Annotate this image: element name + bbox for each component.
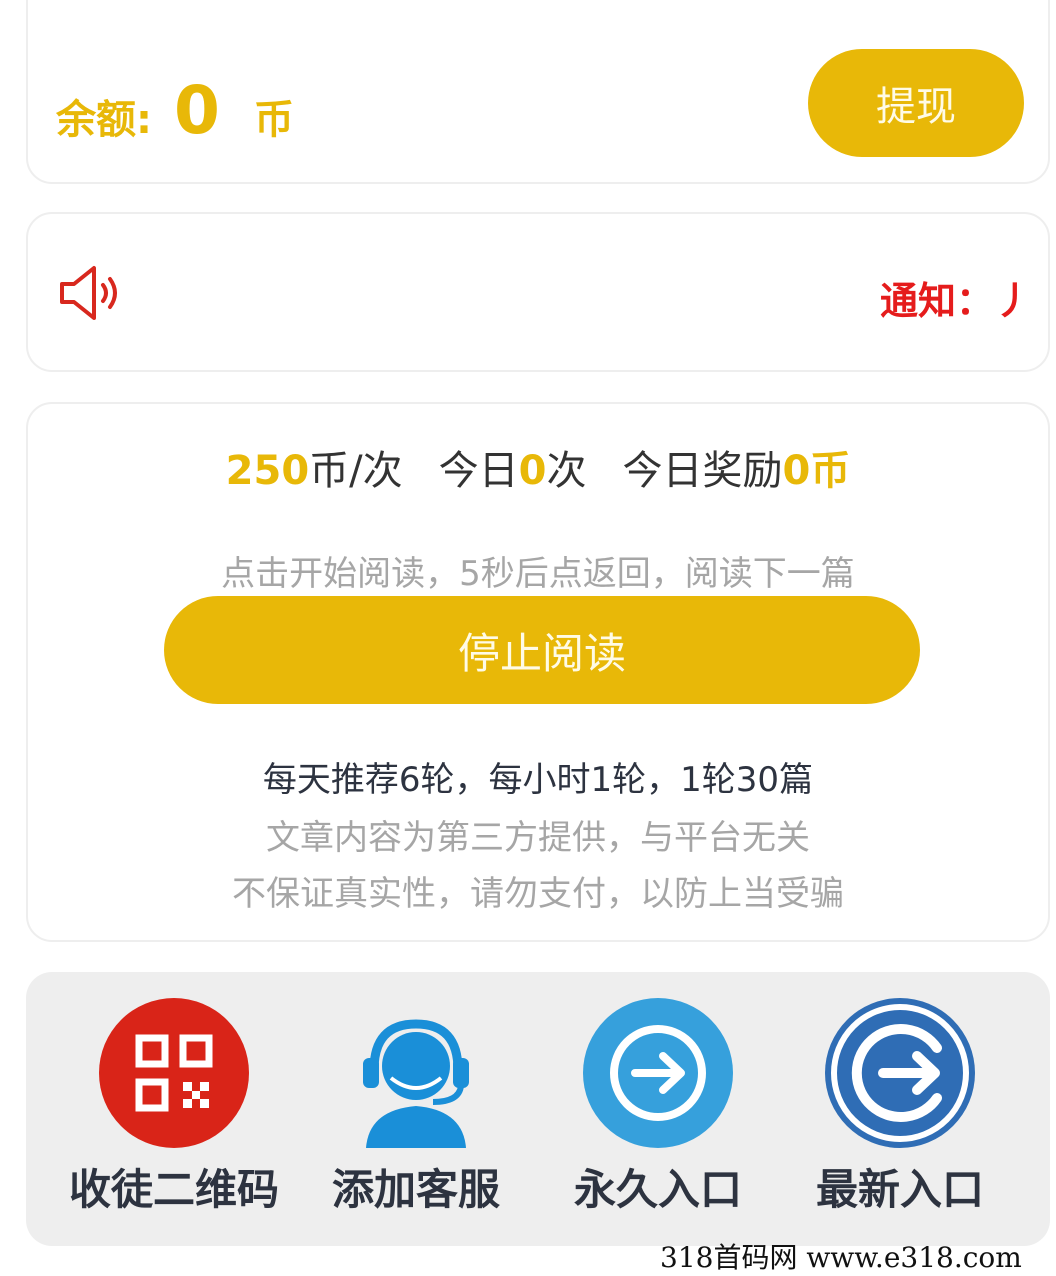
balance-amount: 0 (174, 72, 220, 149)
balance-card: 余额: 0 币 提现 (26, 0, 1050, 184)
today-suffix: 次 (546, 448, 587, 494)
entry-bar: 收徒二维码 添加客服 永久入口 最新入口 (26, 972, 1050, 1246)
speaker-icon (60, 266, 117, 320)
info-line: 每天推荐6轮，每小时1轮，1轮30篇 (262, 760, 814, 800)
reward-value: 250 (225, 448, 310, 494)
bonus-unit: 币 (810, 448, 851, 494)
today-count: 0 (518, 448, 547, 494)
notice-card: 通知：丿 (26, 212, 1050, 372)
bonus-value: 0 (782, 448, 811, 494)
customer-service-icon (363, 1019, 469, 1148)
watermark: 318首码网 www.e318.com (660, 1241, 1022, 1274)
bonus-prefix: 今日奖励 (622, 448, 783, 494)
reading-hint: 点击开始阅读，5秒后点返回，阅读下一篇 (221, 554, 855, 594)
stop-reading-button[interactable]: 停止阅读 (164, 596, 920, 704)
arrow-right-circle-icon (583, 998, 733, 1148)
balance-label: 余额: (56, 97, 152, 143)
info-line: 不保证真实性，请勿支付，以防上当受骗 (232, 874, 844, 914)
balance-unit: 币 (253, 97, 294, 143)
reading-card: 250币/次 今日0次 今日奖励0币 点击开始阅读，5秒后点返回，阅读下一篇 停止阅… (26, 402, 1050, 942)
entry-latest[interactable]: 最新入口 (780, 998, 1020, 1218)
exit-arrow-icon (825, 998, 975, 1148)
entry-permanent[interactable]: 永久入口 (538, 998, 778, 1218)
today-prefix: 今日 (438, 448, 519, 494)
notice-text: 通知：丿 (880, 279, 1033, 323)
qr-code-icon (99, 998, 249, 1148)
balance-row: 余额: 0 币 (56, 72, 294, 149)
info-line: 文章内容为第三方提供，与平台无关 (266, 818, 810, 858)
reading-stats: 250币/次 今日0次 今日奖励0币 (28, 438, 1048, 496)
entry-customer-service[interactable]: 添加客服 (296, 998, 536, 1218)
entry-label: 永久入口 (573, 1165, 742, 1214)
reward-unit: 币/次 (309, 448, 403, 494)
entry-label: 最新入口 (815, 1165, 984, 1214)
withdraw-button[interactable]: 提现 (808, 49, 1024, 157)
entry-qr-code[interactable]: 收徒二维码 (54, 998, 294, 1218)
entry-label: 收徒二维码 (68, 1165, 279, 1214)
entry-label: 添加客服 (331, 1165, 500, 1214)
